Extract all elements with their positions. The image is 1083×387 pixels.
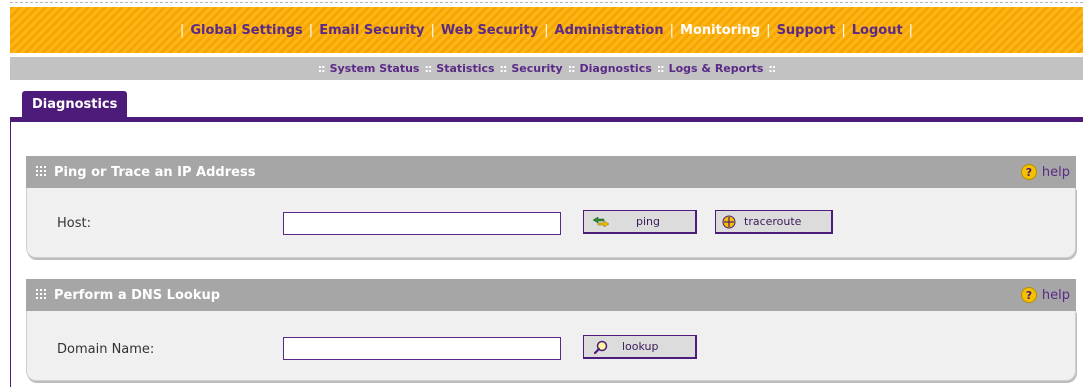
subnav-separator: :: xyxy=(317,62,326,75)
nav-web-security[interactable]: Web Security xyxy=(441,23,538,38)
tab-underline xyxy=(10,117,1083,122)
grip-icon xyxy=(36,165,46,179)
help-label: help xyxy=(1041,287,1070,303)
ping-section-body: Host: ping traceroute xyxy=(26,188,1076,258)
subnav-logs-reports[interactable]: Logs & Reports xyxy=(669,62,764,75)
subnav-separator: :: xyxy=(656,62,665,75)
nav-separator: | xyxy=(544,22,549,38)
top-divider xyxy=(10,2,1083,3)
lookup-button[interactable]: lookup xyxy=(583,335,697,359)
subnav-separator: :: xyxy=(424,62,432,75)
nav-global-settings[interactable]: Global Settings xyxy=(190,23,302,38)
subnav-statistics[interactable]: Statistics xyxy=(436,62,494,75)
subnav-system-status[interactable]: System Status xyxy=(330,62,420,75)
nav-separator: | xyxy=(430,22,435,38)
dns-section-title: Perform a DNS Lookup xyxy=(54,287,221,303)
magnifier-icon xyxy=(594,340,608,354)
nav-monitoring[interactable]: Monitoring xyxy=(680,23,760,38)
ping-button[interactable]: ping xyxy=(583,210,697,234)
nav-email-security[interactable]: Email Security xyxy=(319,23,424,38)
domain-name-input[interactable] xyxy=(283,337,561,360)
grip-icon xyxy=(36,288,46,302)
dns-help-link[interactable]: ? help xyxy=(1020,287,1070,303)
ping-help-link[interactable]: ? help xyxy=(1020,164,1070,180)
dns-section-header: Perform a DNS Lookup ? help xyxy=(26,279,1076,311)
tab-diagnostics[interactable]: Diagnostics xyxy=(22,91,128,118)
nav-separator: | xyxy=(841,22,846,38)
nav-separator: | xyxy=(669,22,675,38)
help-icon: ? xyxy=(1020,164,1037,180)
main-nav: | Global Settings | Email Security | Web… xyxy=(10,7,1083,53)
subnav-separator: :: xyxy=(499,62,508,75)
help-label: help xyxy=(1041,164,1070,180)
ping-arrows-icon xyxy=(592,216,610,227)
nav-support[interactable]: Support xyxy=(777,23,836,38)
domain-name-label: Domain Name: xyxy=(57,342,155,357)
subnav-diagnostics[interactable]: Diagnostics xyxy=(580,62,652,75)
sub-nav: :: System Status :: Statistics :: Securi… xyxy=(10,57,1083,80)
nav-administration[interactable]: Administration xyxy=(555,23,664,38)
traceroute-button[interactable]: traceroute xyxy=(715,210,833,234)
ping-section-title: Ping or Trace an IP Address xyxy=(54,164,256,180)
ping-section-header: Ping or Trace an IP Address ? help xyxy=(26,156,1076,188)
help-icon: ? xyxy=(1020,287,1037,303)
dns-section-body: Domain Name: lookup xyxy=(26,311,1076,381)
subnav-separator: :: xyxy=(567,62,576,75)
nav-separator: | xyxy=(308,22,314,38)
crosshair-icon xyxy=(722,215,736,229)
lookup-button-label: lookup xyxy=(622,340,659,353)
host-label: Host: xyxy=(57,216,91,231)
nav-logout[interactable]: Logout xyxy=(852,23,903,38)
nav-separator: | xyxy=(766,22,771,38)
tab-label: Diagnostics xyxy=(32,97,118,112)
subnav-separator: :: xyxy=(768,62,776,75)
traceroute-button-label: traceroute xyxy=(744,215,802,228)
nav-separator: | xyxy=(179,22,185,38)
content-left-border xyxy=(10,117,11,387)
host-input[interactable] xyxy=(283,212,561,235)
nav-separator: | xyxy=(908,22,914,38)
subnav-security[interactable]: Security xyxy=(511,62,562,75)
ping-button-label: ping xyxy=(636,215,660,228)
